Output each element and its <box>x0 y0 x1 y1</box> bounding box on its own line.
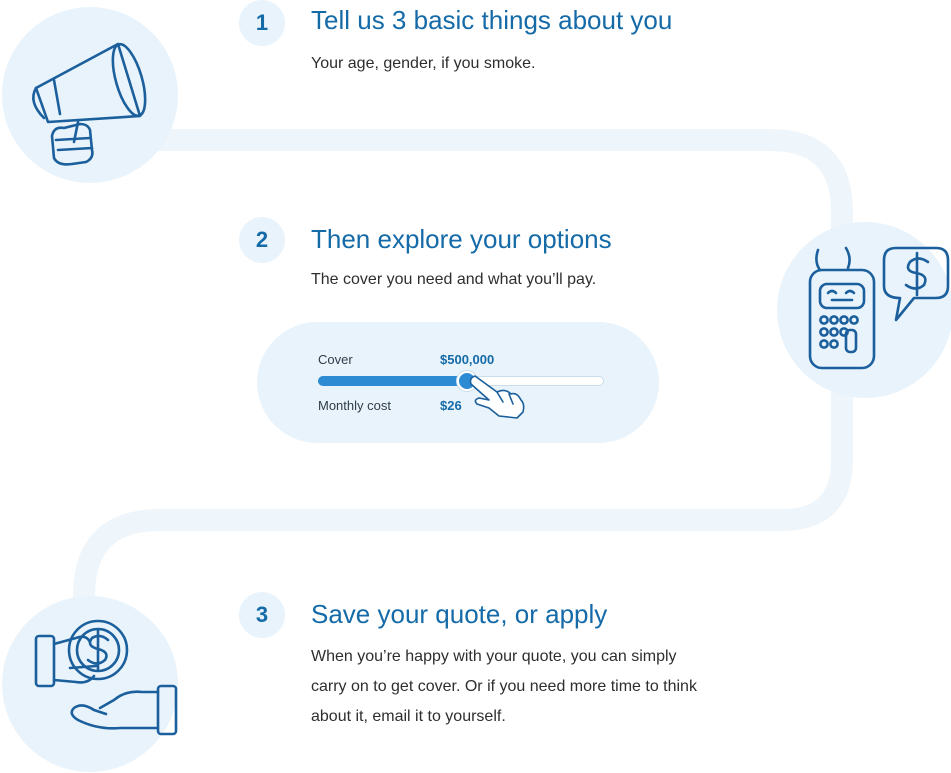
pointing-hand-icon <box>469 375 525 419</box>
megaphone-icon <box>32 42 147 166</box>
step2-number: 2 <box>239 217 285 263</box>
step3-title: Save your quote, or apply <box>311 599 608 629</box>
cover-slider-card: Cover $500,000 Monthly cost $26 <box>257 322 659 443</box>
step1-number: 1 <box>239 0 285 46</box>
monthly-cost-label: Monthly cost <box>318 398 391 413</box>
monthly-cost-value: $26 <box>440 398 462 413</box>
calculator-icon <box>808 246 950 370</box>
step3-description: When you’re happy with your quote, you c… <box>311 648 697 725</box>
step2-description: The cover you need and what you’ll pay. <box>311 271 597 288</box>
step2-title: Then explore your options <box>311 224 612 254</box>
slider-fill <box>318 376 467 386</box>
cover-value: $500,000 <box>440 352 495 367</box>
money-hands-icon <box>34 619 178 736</box>
step1-title: Tell us 3 basic things about you <box>311 5 673 35</box>
step3-number: 3 <box>239 592 285 638</box>
step1-description: Your age, gender, if you smoke. <box>311 55 536 72</box>
cover-label: Cover <box>318 352 353 367</box>
